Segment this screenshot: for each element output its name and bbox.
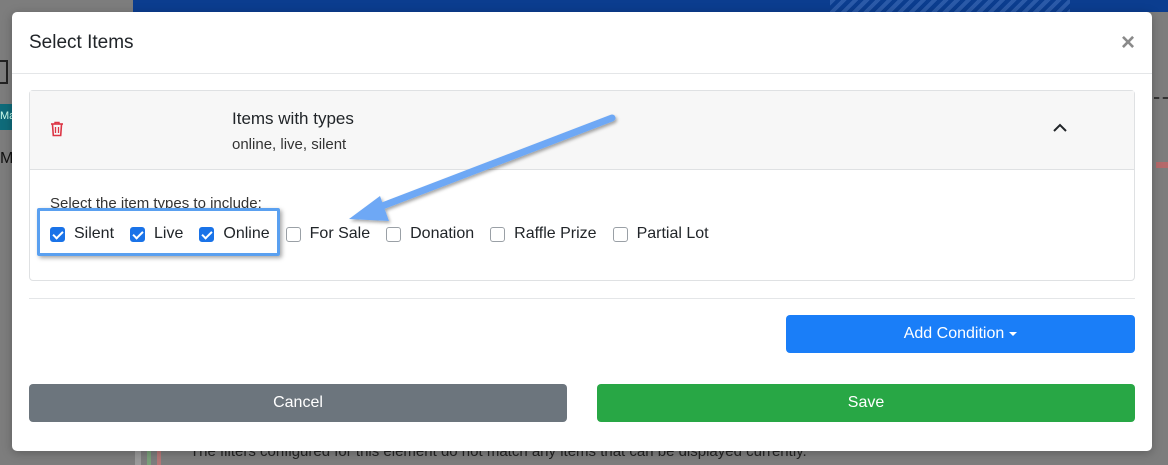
checkbox-raffle-prize[interactable] [490,226,506,242]
condition-title: Items with types [232,109,354,128]
option-label: Live [154,225,184,242]
option-silent[interactable]: Silent [50,225,114,243]
dialog-title: Select Items [29,31,134,53]
condition-card-header: Items with types online, live, silent [30,91,1134,170]
option-donation[interactable]: Donation [386,225,474,243]
checkbox-partial-lot[interactable] [612,226,628,242]
option-raffle-prize[interactable]: Raffle Prize [490,225,597,243]
dialog-header: Select Items × [12,12,1152,74]
checkbox-donation[interactable] [386,226,402,242]
item-type-options: Silent Live Online For Sale Donation Raf… [50,225,725,243]
background-label-fragment: ME [0,150,12,167]
footer-divider [29,298,1135,299]
trash-icon[interactable] [50,121,64,142]
background-bars [135,450,165,465]
close-icon[interactable]: × [1121,30,1135,55]
cancel-button[interactable]: Cancel [29,384,567,422]
item-types-prompt: Select the item types to include: [50,195,262,212]
option-online[interactable]: Online [199,225,270,243]
add-condition-button[interactable]: Add Condition [786,315,1135,353]
save-button[interactable]: Save [597,384,1135,422]
background-edge-box [0,60,8,84]
option-live[interactable]: Live [130,225,183,243]
condition-card: Items with types online, live, silent Se… [29,90,1135,281]
checkbox-for-sale[interactable] [285,226,301,242]
chevron-up-icon[interactable] [1052,121,1068,139]
background-striped-region [830,0,1070,12]
checkbox-online[interactable] [199,226,215,242]
option-label: For Sale [309,225,371,242]
background-dashed-line [1154,97,1168,99]
checkbox-silent[interactable] [50,226,65,242]
background-teal-button: Ma [0,104,12,130]
option-partial-lot[interactable]: Partial Lot [612,225,709,243]
select-items-dialog: Select Items × Items with types online, … [12,12,1152,451]
caret-down-icon [1009,332,1018,336]
option-label: Online [223,225,270,242]
option-label: Raffle Prize [514,225,597,242]
checkbox-live[interactable] [130,226,146,242]
background-red-bar [1156,162,1168,168]
option-label: Donation [410,225,475,242]
option-label: Partial Lot [636,225,709,242]
option-for-sale[interactable]: For Sale [285,225,371,243]
add-condition-label: Add Condition [903,325,1005,342]
option-label: Silent [74,225,115,242]
condition-summary: online, live, silent [232,136,347,153]
